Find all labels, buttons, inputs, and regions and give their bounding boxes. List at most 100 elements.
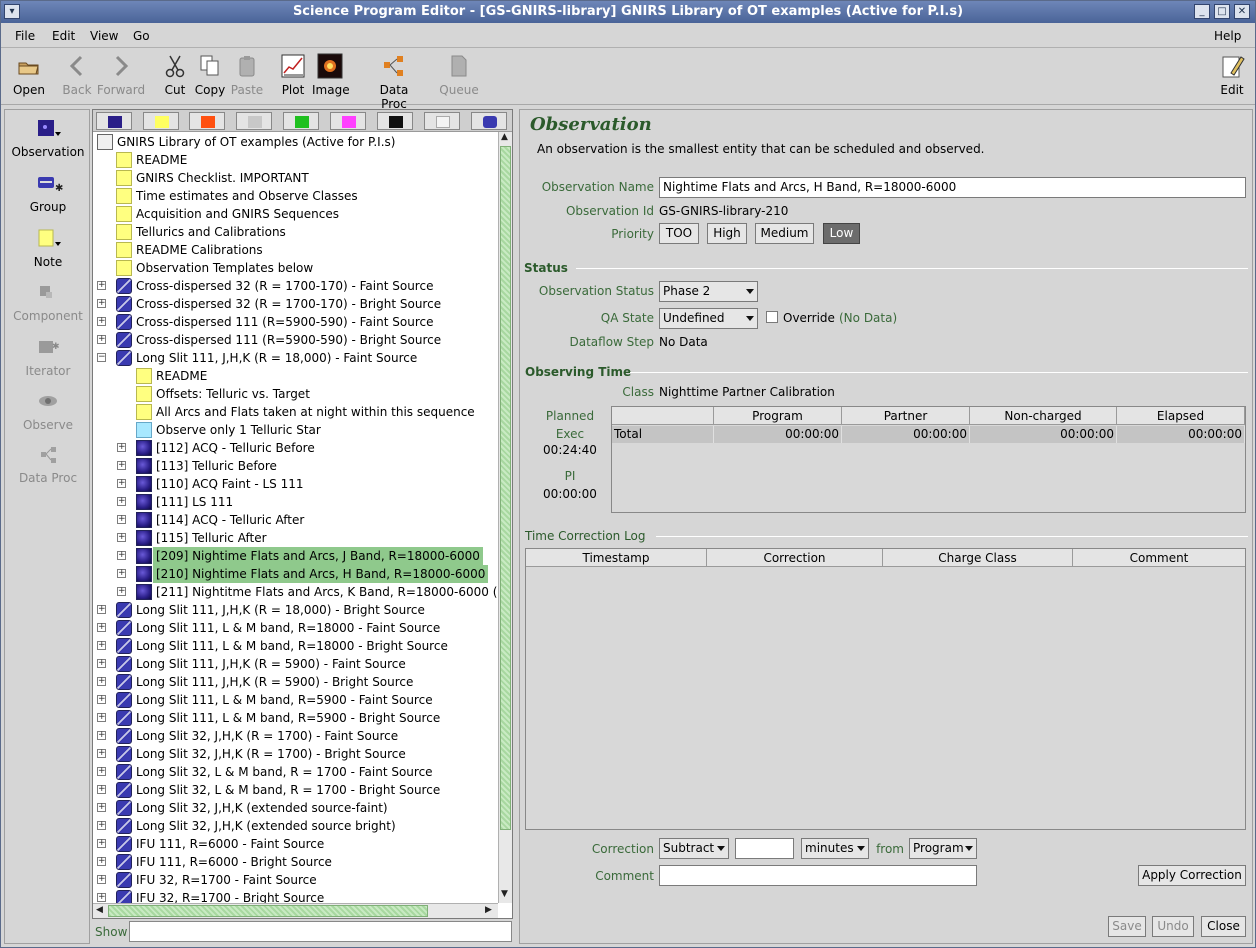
expand-icon[interactable]: + [97,335,106,344]
correction-col-comment[interactable]: Comment [1073,549,1245,567]
tree-group[interactable]: + Long Slit 32, J,H,K (extended source-fa… [93,799,498,817]
priority-high-button[interactable]: High [707,223,747,244]
expand-icon[interactable]: + [97,749,106,758]
expand-icon[interactable]: + [97,821,106,830]
tab-gray[interactable] [236,112,272,130]
edit-button[interactable]: Edit [1218,53,1246,97]
expand-icon[interactable]: + [117,515,126,524]
palette-group[interactable]: ✱ Group [5,173,91,214]
cut-button[interactable]: Cut [162,53,188,97]
tree-note[interactable]: README [93,151,498,169]
tab-green[interactable] [283,112,319,130]
override-checkbox[interactable] [766,311,778,323]
expand-icon[interactable]: + [97,713,106,722]
expand-icon[interactable]: + [97,785,106,794]
tab-observation[interactable] [96,112,132,130]
tree-group[interactable]: + Long Slit 111, L & M band, R=18000 - Fa… [93,619,498,637]
palette-note[interactable]: Note [5,228,91,269]
expand-icon[interactable]: + [117,479,126,488]
undo-button[interactable]: Undo [1152,916,1194,937]
data-proc-button[interactable]: Data Proc [365,53,423,111]
tab-white[interactable] [424,112,460,130]
tree-group[interactable]: + Long Slit 111, L & M band, R=18000 - Br… [93,637,498,655]
tree-group[interactable]: + Long Slit 32, J,H,K (R = 1700) - Bright… [93,745,498,763]
palette-observe[interactable]: Observe [5,391,91,432]
expand-icon[interactable]: + [97,641,106,650]
priority-too-button[interactable]: TOO [659,223,699,244]
back-button[interactable]: Back [60,53,94,97]
minimize-icon[interactable]: _ [1194,4,1210,19]
time-col-noncharged[interactable]: Non-charged [970,407,1117,425]
tab-magenta[interactable] [330,112,366,130]
expand-icon[interactable]: + [97,893,106,902]
tree-note[interactable]: Observation Templates below [93,259,498,277]
time-col-program[interactable]: Program [714,407,842,425]
plot-button[interactable]: Plot [280,53,306,97]
qa-state-select[interactable]: Undefined [659,308,758,329]
menu-file[interactable]: File [15,29,35,43]
priority-low-button[interactable]: Low [823,223,860,244]
tab-orange[interactable] [189,112,225,130]
tree-group[interactable]: + Cross-dispersed 32 (R = 1700-170) - Bri… [93,295,498,313]
expand-icon[interactable]: + [97,659,106,668]
tree-root[interactable]: GNIRS Library of OT examples (Active for… [93,133,498,151]
queue-button[interactable]: Queue [439,53,479,97]
expand-icon[interactable]: + [117,533,126,542]
tree-observation[interactable]: + [211] Nightitme Flats and Arcs, K Band,… [93,583,498,601]
tree-observation[interactable]: + [110] ACQ Faint - LS 111 [93,475,498,493]
tree-group[interactable]: + Long Slit 111, J,H,K (R = 18,000) - Bri… [93,601,498,619]
time-col-elapsed[interactable]: Elapsed [1117,407,1245,425]
expand-icon[interactable]: + [97,803,106,812]
expand-icon[interactable]: + [97,857,106,866]
tab-black[interactable] [377,112,413,130]
tree-vertical-scrollbar[interactable]: ▲ ▼ [498,132,512,903]
scroll-down-icon[interactable]: ▼ [501,889,508,899]
observation-name-field[interactable]: Nightime Flats and Arcs, H Band, R=18000… [659,177,1246,198]
correction-unit-select[interactable]: minutes [801,838,869,859]
expand-icon[interactable]: + [97,623,106,632]
forward-button[interactable]: Forward [96,53,146,97]
close-window-icon[interactable]: ✕ [1234,4,1250,19]
correction-op-select[interactable]: Subtract [659,838,729,859]
expand-icon[interactable]: + [97,875,106,884]
tree-group[interactable]: + IFU 111, R=6000 - Bright Source [93,853,498,871]
correction-amount-field[interactable] [735,838,794,859]
tree-group-expanded[interactable]: − Long Slit 111, J,H,K (R = 18,000) - Fai… [93,349,498,367]
tree-child-note[interactable]: Offsets: Telluric vs. Target [93,385,498,403]
tree-group[interactable]: + Long Slit 111, L & M band, R=5900 - Fai… [93,691,498,709]
comment-field[interactable] [659,865,977,886]
tree-observation[interactable]: + [112] ACQ - Telluric Before [93,439,498,457]
expand-icon[interactable]: + [97,767,106,776]
tree-group[interactable]: + Long Slit 111, J,H,K (R = 5900) - Brigh… [93,673,498,691]
collapse-icon[interactable]: − [97,353,106,362]
tree-note[interactable]: GNIRS Checklist. IMPORTANT [93,169,498,187]
copy-button[interactable]: Copy [193,53,227,97]
maximize-icon[interactable]: □ [1214,4,1230,19]
tree-note[interactable]: Tellurics and Calibrations [93,223,498,241]
tree-child-note[interactable]: README [93,367,498,385]
tree-group[interactable]: + Long Slit 32, J,H,K (extended source br… [93,817,498,835]
priority-medium-button[interactable]: Medium [755,223,814,244]
open-button[interactable]: Open [12,53,46,97]
menu-help[interactable]: Help [1214,29,1241,43]
expand-icon[interactable]: + [117,569,126,578]
close-button[interactable]: Close [1201,916,1246,937]
tree-group[interactable]: + Cross-dispersed 111 (R=5900-590) - Fain… [93,313,498,331]
expand-icon[interactable]: + [97,605,106,614]
tree-observation[interactable]: + [111] LS 111 [93,493,498,511]
tree-group[interactable]: + Cross-dispersed 32 (R = 1700-170) - Fai… [93,277,498,295]
scroll-left-icon[interactable]: ◀ [96,905,103,915]
correction-col-correction[interactable]: Correction [707,549,883,567]
expand-icon[interactable]: + [97,731,106,740]
palette-iterator[interactable]: ✱ Iterator [5,337,91,378]
palette-observation[interactable]: Observation [5,118,91,159]
expand-icon[interactable]: + [117,551,126,560]
expand-icon[interactable]: + [97,677,106,686]
tree-group[interactable]: + Long Slit 32, J,H,K (R = 1700) - Faint … [93,727,498,745]
expand-icon[interactable]: + [97,695,106,704]
tree-group[interactable]: + IFU 111, R=6000 - Faint Source [93,835,498,853]
tree-child-note[interactable]: All Arcs and Flats taken at night within… [93,403,498,421]
tree-observation[interactable]: + [210] Nightime Flats and Arcs, H Band, … [93,565,498,583]
apply-correction-button[interactable]: Apply Correction [1138,865,1246,886]
tree-note[interactable]: Acquisition and GNIRS Sequences [93,205,498,223]
